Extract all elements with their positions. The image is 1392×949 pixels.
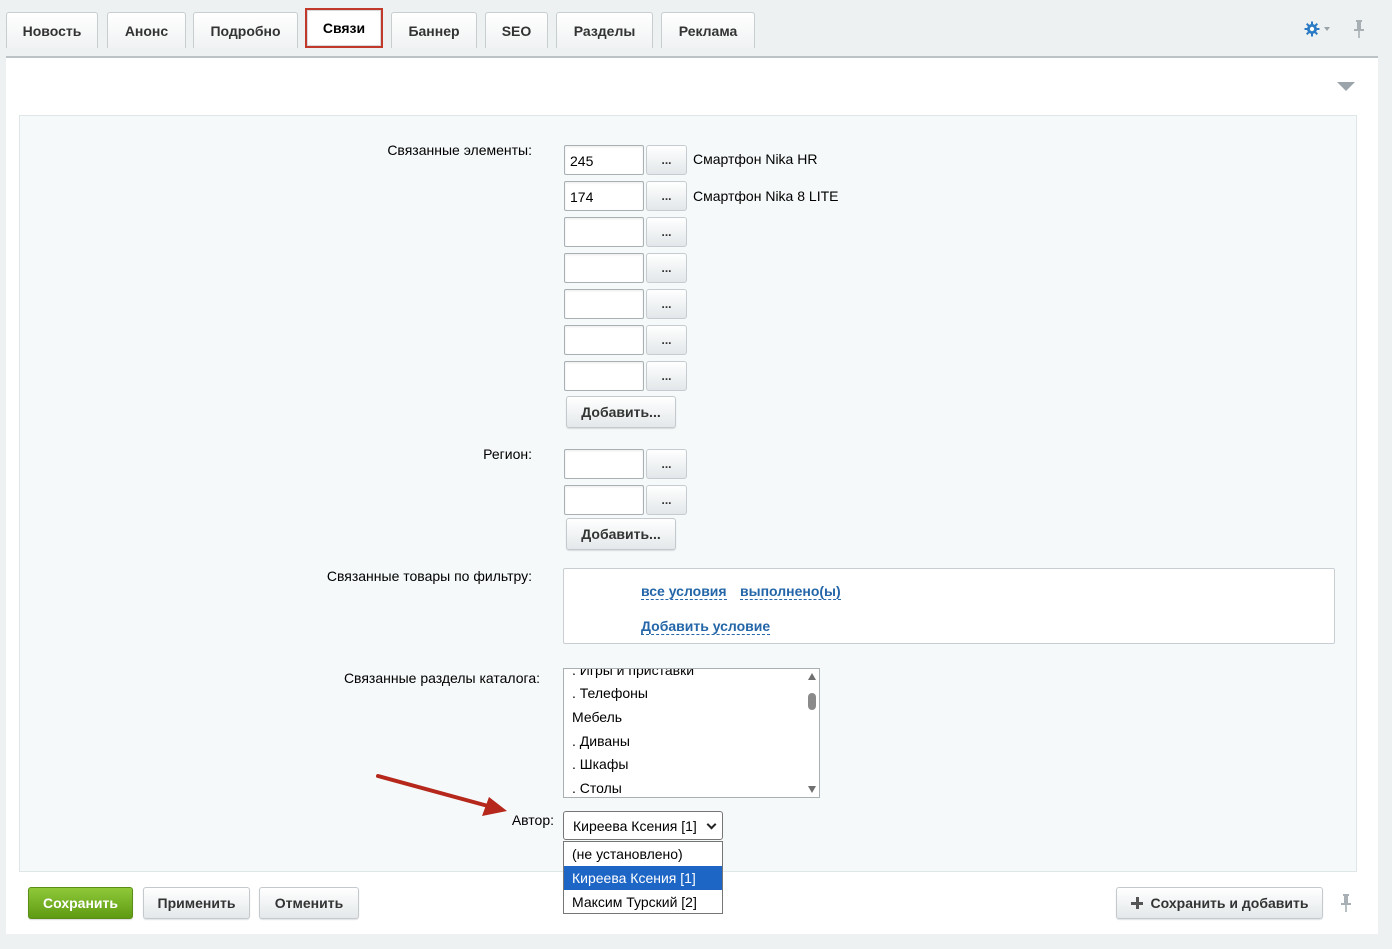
region-input-1[interactable] (564, 449, 644, 479)
tab-banner[interactable]: Баннер (391, 12, 477, 48)
scroll-down-icon[interactable] (808, 786, 816, 793)
chevron-down-icon (706, 819, 717, 830)
related-elements-label: Связанные элементы: (387, 142, 532, 158)
list-item[interactable]: . Шкафы (572, 756, 628, 772)
author-select[interactable]: Киреева Ксения [1] (563, 811, 723, 840)
list-item[interactable]: . Игры и приставки (572, 669, 694, 678)
related-element-input-5[interactable] (564, 289, 644, 319)
related-element-browse-4[interactable]: ... (646, 253, 687, 283)
filter-label: Связанные товары по фильтру: (326, 568, 532, 584)
catalog-sections-label: Связанные разделы каталога: (343, 670, 540, 686)
scroll-up-icon[interactable] (808, 673, 816, 680)
author-selected-value: Киреева Ксения [1] (573, 818, 697, 834)
scrollbar[interactable] (805, 669, 819, 797)
region-add-button[interactable]: Добавить... (566, 518, 676, 550)
filter-conditions-box: все условия выполнено(ы) Добавить услови… (563, 568, 1335, 644)
region-label: Регион: (483, 446, 532, 462)
edit-panel: Связанные элементы: 245 ... Смартфон Nik… (6, 56, 1378, 934)
related-element-browse-1[interactable]: ... (646, 145, 687, 175)
save-and-add-button[interactable]: Сохранить и добавить (1116, 887, 1323, 919)
related-element-name-1: Смартфон Nika HR (693, 151, 818, 167)
fulfilled-link[interactable]: выполнено(ы) (740, 583, 841, 600)
collapse-arrow-icon[interactable] (1337, 82, 1355, 91)
tab-news[interactable]: Новость (6, 12, 98, 48)
region-browse-2[interactable]: ... (646, 485, 687, 515)
all-conditions-link[interactable]: все условия (641, 583, 727, 600)
scroll-thumb[interactable] (808, 693, 816, 710)
gear-icon (1304, 21, 1320, 37)
list-item[interactable]: . Столы (572, 780, 622, 796)
add-condition-link[interactable]: Добавить условие (641, 618, 771, 635)
related-element-browse-6[interactable]: ... (646, 325, 687, 355)
settings-menu[interactable] (1304, 18, 1332, 40)
related-elements-add-button[interactable]: Добавить... (566, 396, 676, 428)
author-option-tursky[interactable]: Максим Турский [2] (564, 890, 722, 914)
list-item[interactable]: . Телефоны (572, 685, 648, 701)
tab-announce[interactable]: Анонс (107, 12, 186, 48)
tab-seo[interactable]: SEO (485, 12, 548, 48)
save-and-add-label: Сохранить и добавить (1150, 895, 1309, 911)
related-element-browse-2[interactable]: ... (646, 181, 687, 211)
related-element-input-4[interactable] (564, 253, 644, 283)
apply-button[interactable]: Применить (143, 887, 250, 919)
author-option-kireeva[interactable]: Киреева Ксения [1] (564, 866, 722, 890)
pin-icon[interactable] (1352, 20, 1366, 38)
cancel-button[interactable]: Отменить (259, 887, 359, 919)
plus-icon (1130, 897, 1143, 909)
tab-ads[interactable]: Реклама (661, 12, 755, 48)
related-element-input-1[interactable]: 245 (564, 145, 644, 175)
tab-links[interactable]: Связи (305, 8, 383, 48)
related-element-input-6[interactable] (564, 325, 644, 355)
related-element-browse-7[interactable]: ... (646, 361, 687, 391)
catalog-sections-listbox[interactable]: . Игры и приставки . Телефоны Мебель . Д… (563, 668, 820, 798)
related-element-browse-3[interactable]: ... (646, 217, 687, 247)
tab-sections[interactable]: Разделы (556, 12, 653, 48)
author-dropdown: (не установлено) Киреева Ксения [1] Макс… (563, 841, 723, 914)
related-element-name-2: Смартфон Nika 8 LITE (693, 188, 839, 204)
related-element-input-3[interactable] (564, 217, 644, 247)
list-item[interactable]: . Диваны (572, 733, 630, 749)
chevron-down-icon (1324, 27, 1330, 31)
tab-details[interactable]: Подробно (193, 12, 298, 48)
author-label: Автор: (511, 812, 554, 828)
related-element-input-7[interactable] (564, 361, 644, 391)
author-option-none[interactable]: (не установлено) (564, 842, 722, 866)
region-browse-1[interactable]: ... (646, 449, 687, 479)
region-input-2[interactable] (564, 485, 644, 515)
pin-icon[interactable] (1339, 894, 1353, 912)
related-element-browse-5[interactable]: ... (646, 289, 687, 319)
list-item[interactable]: Мебель (572, 709, 622, 725)
save-button[interactable]: Сохранить (28, 887, 133, 919)
related-element-input-2[interactable]: 174 (564, 181, 644, 211)
